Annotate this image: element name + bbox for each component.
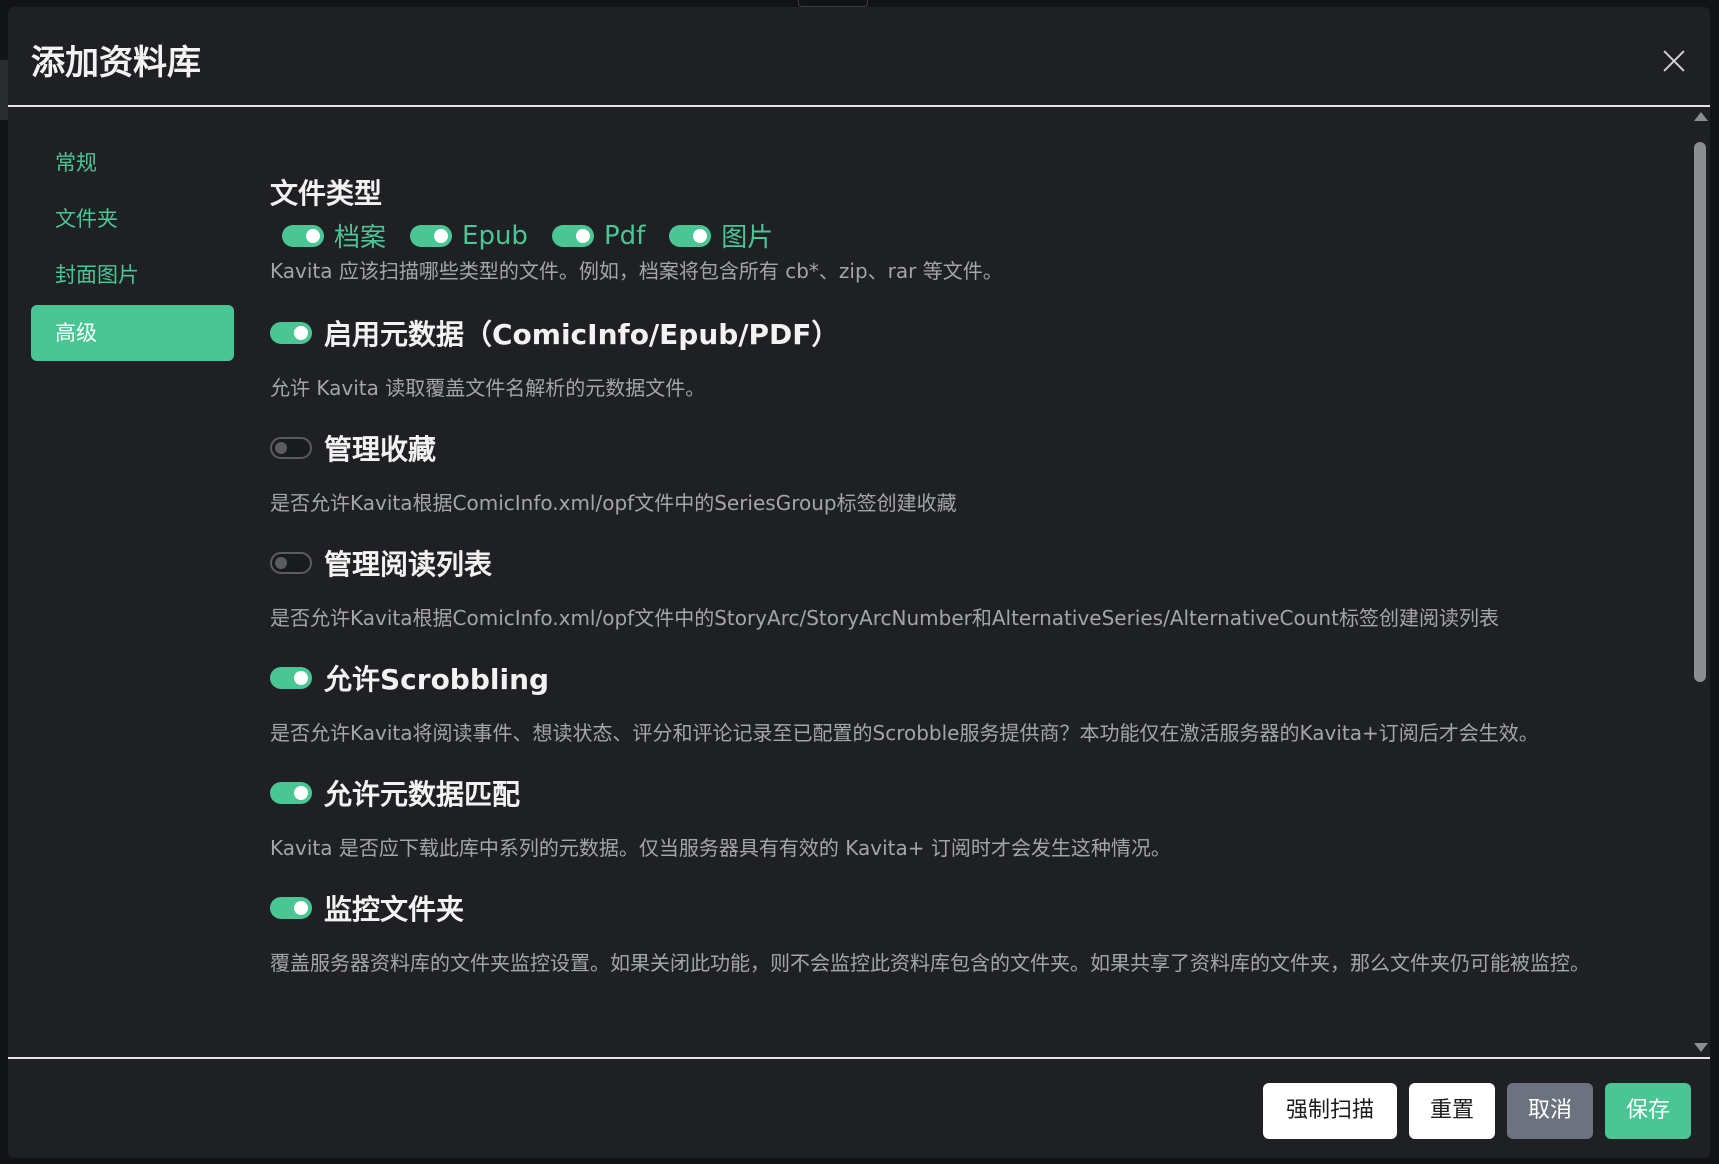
setting-enable-metadata: 启用元数据（ComicInfo/Epub/PDF） — [270, 313, 839, 353]
manage-reading-lists-toggle[interactable] — [270, 552, 312, 574]
nav-item-advanced[interactable]: 高级 — [31, 305, 234, 361]
enable-metadata-help: 允许 Kavita 读取覆盖文件名解析的元数据文件。 — [270, 376, 706, 400]
manage-collections-label: 管理收藏 — [324, 433, 437, 466]
enable-metadata-toggle[interactable] — [270, 322, 312, 344]
manage-collections-help: 是否允许Kavita根据ComicInfo.xml/opf文件中的SeriesG… — [270, 491, 957, 515]
force-scan-button[interactable]: 强制扫描 — [1263, 1083, 1397, 1139]
file-types-help: Kavita 应该扫描哪些类型的文件。例如，档案将包含所有 cb*、zip、ra… — [270, 259, 1003, 283]
modal-title: 添加资料库 — [31, 43, 201, 83]
file-types-title: 文件类型 — [270, 177, 383, 210]
scroll-up-icon[interactable] — [1694, 112, 1708, 121]
nav-item-cover-image[interactable]: 封面图片 — [31, 247, 234, 303]
file-type-epub: Epub — [410, 221, 528, 251]
allow-metadata-matching-help: Kavita 是否应下载此库中系列的元数据。仅当服务器具有有效的 Kavita+… — [270, 836, 1171, 860]
scroll-down-icon[interactable] — [1694, 1043, 1708, 1052]
enable-metadata-label: 启用元数据（ComicInfo/Epub/PDF） — [324, 318, 840, 351]
setting-allow-scrobbling: 允许Scrobbling — [270, 658, 549, 698]
allow-scrobbling-toggle[interactable] — [270, 667, 312, 689]
file-type-pdf: Pdf — [551, 220, 646, 251]
content-scrollbar[interactable] — [1690, 112, 1710, 1052]
manage-reading-lists-help: 是否允许Kavita根据ComicInfo.xml/opf文件中的StoryAr… — [270, 606, 1499, 630]
close-icon[interactable] — [1660, 47, 1688, 75]
archive-label: 档案 — [334, 223, 387, 253]
allow-scrobbling-help: 是否允许Kavita将阅读事件、想读状态、评分和评论记录至已配置的Scrobbl… — [270, 721, 1539, 745]
manage-collections-toggle[interactable] — [270, 437, 312, 459]
file-types-group: 档案 Epub Pdf 图片 — [282, 217, 797, 254]
allow-scrobbling-label: 允许Scrobbling — [324, 663, 550, 696]
background-shortcut-hint — [798, 0, 868, 7]
setting-allow-metadata-matching: 允许元数据匹配 — [270, 773, 520, 813]
watch-folders-label: 监控文件夹 — [324, 893, 465, 926]
nav-item-folders[interactable]: 文件夹 — [31, 191, 234, 247]
save-button[interactable]: 保存 — [1605, 1083, 1691, 1139]
allow-metadata-matching-label: 允许元数据匹配 — [324, 778, 521, 811]
setting-manage-reading-lists: 管理阅读列表 — [270, 543, 492, 583]
settings-nav: 常规 文件夹 封面图片 高级 — [31, 135, 234, 361]
setting-watch-folders: 监控文件夹 — [270, 888, 464, 928]
allow-metadata-matching-toggle[interactable] — [270, 782, 312, 804]
reset-button[interactable]: 重置 — [1409, 1083, 1495, 1139]
modal-footer: 强制扫描 重置 取消 保存 — [8, 1057, 1710, 1158]
watch-folders-help: 覆盖服务器资料库的文件夹监控设置。如果关闭此功能，则不会监控此资料库包含的文件夹… — [270, 951, 1590, 975]
watch-folders-toggle[interactable] — [270, 897, 312, 919]
images-toggle[interactable] — [669, 224, 712, 247]
background-page-edge — [0, 60, 8, 120]
scroll-thumb[interactable] — [1694, 142, 1706, 682]
file-type-archive: 档案 — [282, 217, 386, 254]
nav-item-general[interactable]: 常规 — [31, 135, 234, 191]
setting-manage-collections: 管理收藏 — [270, 428, 436, 468]
epub-label: Epub — [462, 220, 528, 251]
pdf-label: Pdf — [603, 220, 646, 251]
add-library-modal: 添加资料库 常规 文件夹 封面图片 高级 文件类型 档案 Epub Pdf 图片… — [8, 7, 1710, 1158]
epub-toggle[interactable] — [410, 224, 453, 247]
modal-header: 添加资料库 — [8, 7, 1710, 107]
archive-toggle[interactable] — [282, 224, 324, 247]
manage-reading-lists-label: 管理阅读列表 — [324, 548, 493, 581]
cancel-button[interactable]: 取消 — [1507, 1083, 1593, 1139]
file-type-images: 图片 — [669, 217, 773, 254]
images-label: 图片 — [721, 223, 774, 253]
pdf-toggle[interactable] — [551, 224, 594, 247]
advanced-settings-panel: 文件类型 档案 Epub Pdf 图片 Kavita 应该扫描哪些类型的文件。例… — [270, 107, 1660, 1057]
